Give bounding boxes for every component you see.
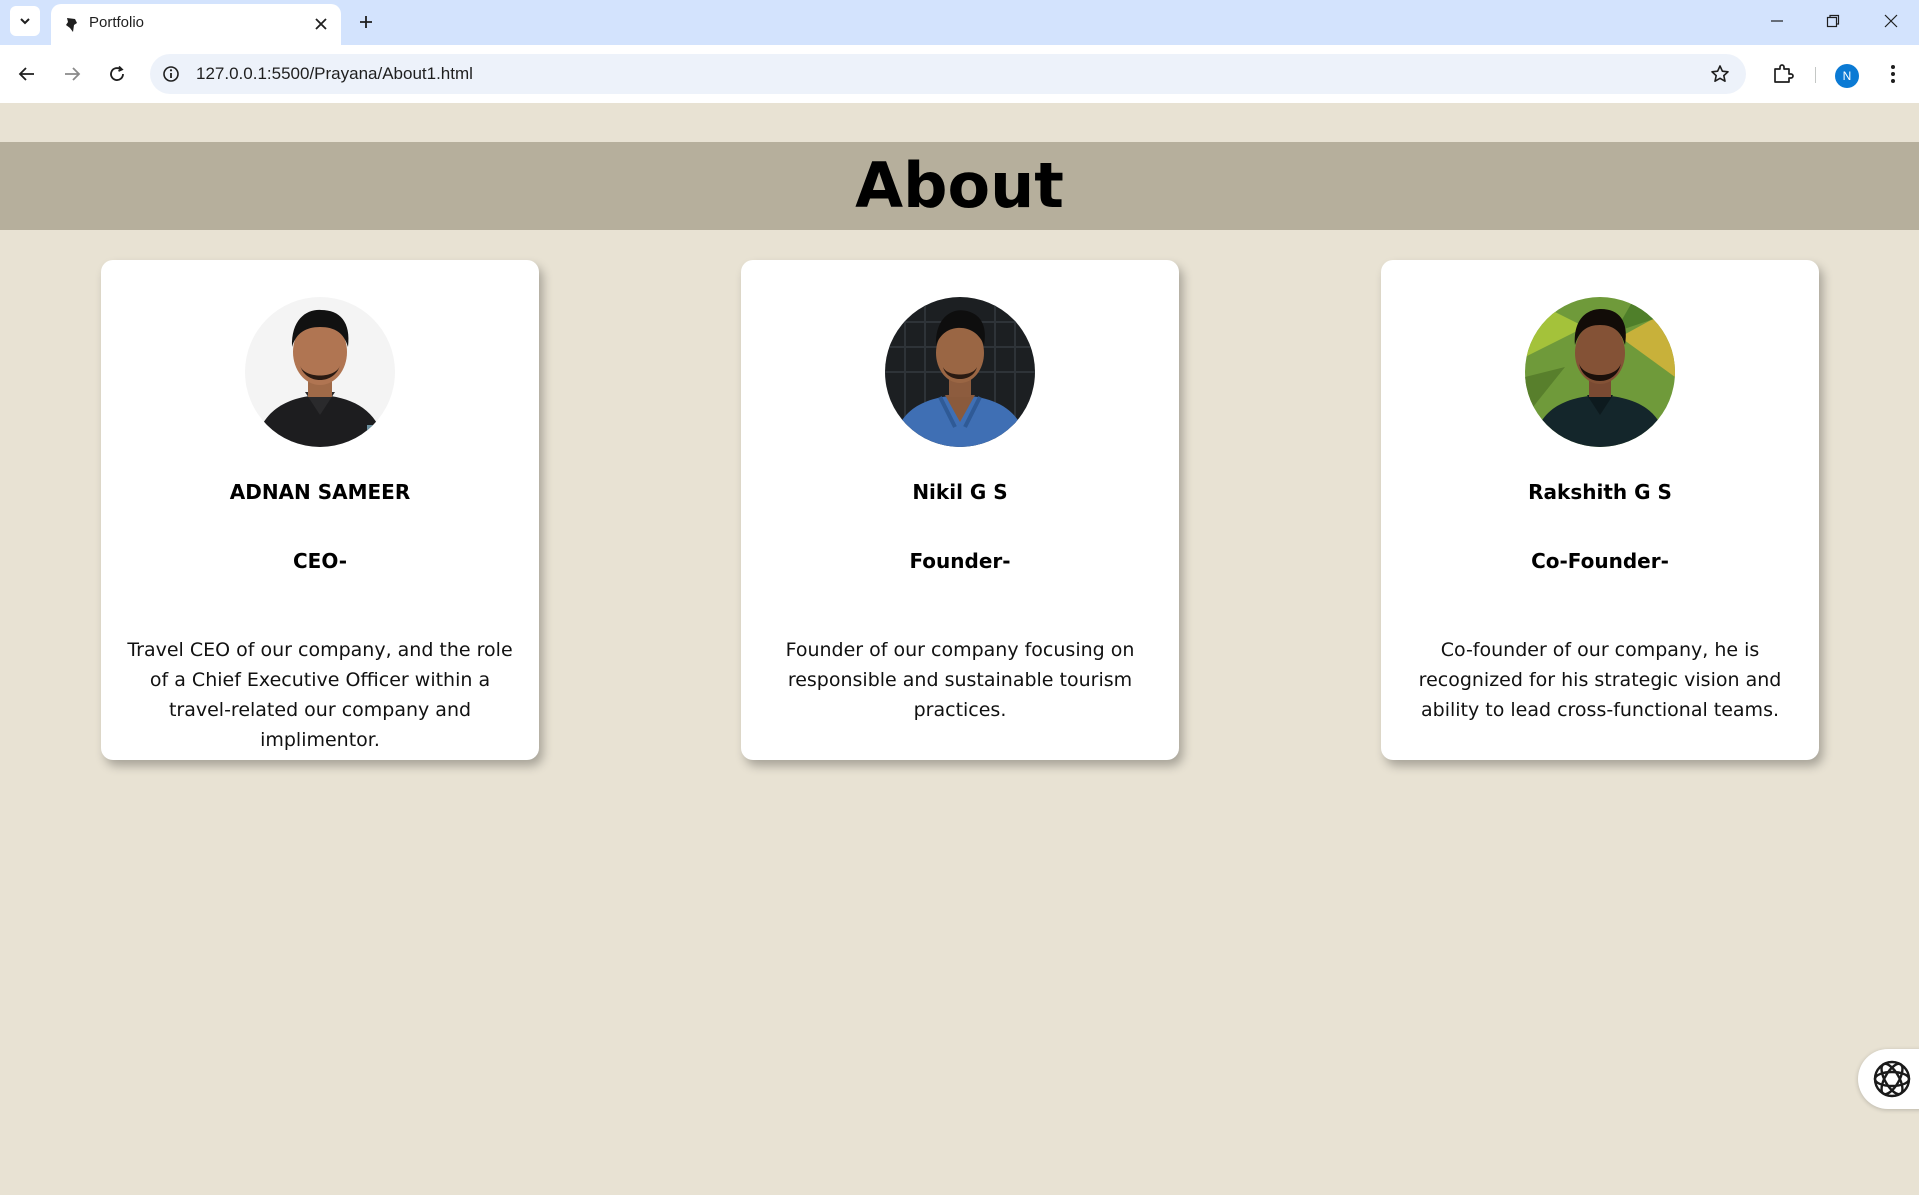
more-menu-button[interactable] (1878, 58, 1908, 90)
favicon-icon (66, 18, 77, 32)
forward-button[interactable] (56, 58, 88, 90)
member-description: Founder of our company focusing on respo… (785, 639, 1135, 721)
tab-list-button[interactable] (10, 6, 40, 36)
site-info-button[interactable] (160, 63, 182, 85)
member-name: ADNAN SAMEER (229, 480, 411, 504)
browser-tab-bar: Portfolio (0, 0, 1919, 45)
restore-button[interactable] (1815, 6, 1851, 36)
kebab-menu-icon (1891, 65, 1895, 83)
member-role: Co-Founder- (1531, 549, 1669, 573)
restore-icon (1826, 14, 1840, 28)
toolbar-divider (1815, 67, 1816, 83)
star-icon (1711, 65, 1729, 82)
puzzle-icon (1774, 64, 1794, 83)
member-name: Nikil G S (912, 480, 1008, 504)
bookmark-button[interactable] (1708, 62, 1732, 86)
page-viewport: About ADNAN SAMEER CEO- Travel CEO of ou… (0, 103, 1919, 1195)
profile-avatar[interactable]: N (1835, 64, 1859, 88)
member-role: Founder- (909, 549, 1011, 573)
address-bar[interactable]: 127.0.0.1:5500/Prayana/About1.html (150, 54, 1746, 94)
team-card: ADNAN SAMEER CEO- Travel CEO of our comp… (101, 260, 539, 760)
page-title: About (855, 149, 1064, 222)
url-text[interactable]: 127.0.0.1:5500/Prayana/About1.html (196, 64, 473, 84)
back-button[interactable] (11, 58, 43, 90)
forward-arrow-icon (65, 67, 81, 81)
reload-button[interactable] (101, 58, 133, 90)
close-window-icon (1884, 14, 1898, 28)
back-arrow-icon (18, 67, 34, 81)
profile-photo (1525, 297, 1675, 447)
close-window-button[interactable] (1873, 6, 1909, 36)
plus-icon (360, 16, 372, 28)
profile-photo (885, 297, 1035, 447)
team-card: Rakshith G S Co-Founder- Co-founder of o… (1381, 260, 1819, 760)
close-tab-button[interactable] (311, 14, 331, 34)
minimize-button[interactable] (1759, 6, 1795, 36)
reload-icon (110, 65, 124, 81)
tab-title: Portfolio (89, 14, 145, 31)
team-card: Nikil G S Founder- Founder of our compan… (741, 260, 1179, 760)
member-description: Co-founder of our company, he is recogni… (1418, 639, 1782, 721)
member-name: Rakshith G S (1528, 480, 1672, 504)
chevron-down-icon (20, 18, 30, 25)
minimize-icon (1771, 20, 1783, 22)
member-description: Travel CEO of our company, and the role … (127, 639, 513, 751)
info-icon (163, 66, 179, 82)
profile-photo (245, 297, 395, 447)
assistant-widget-button[interactable] (1858, 1049, 1919, 1109)
assistant-knot-icon (1873, 1060, 1911, 1098)
active-tab[interactable]: Portfolio (51, 4, 341, 45)
new-tab-button[interactable] (353, 9, 379, 35)
member-role: CEO- (292, 549, 347, 573)
extensions-button[interactable] (1767, 58, 1799, 90)
close-icon (315, 18, 327, 30)
browser-toolbar: 127.0.0.1:5500/Prayana/About1.html N (0, 45, 1919, 103)
